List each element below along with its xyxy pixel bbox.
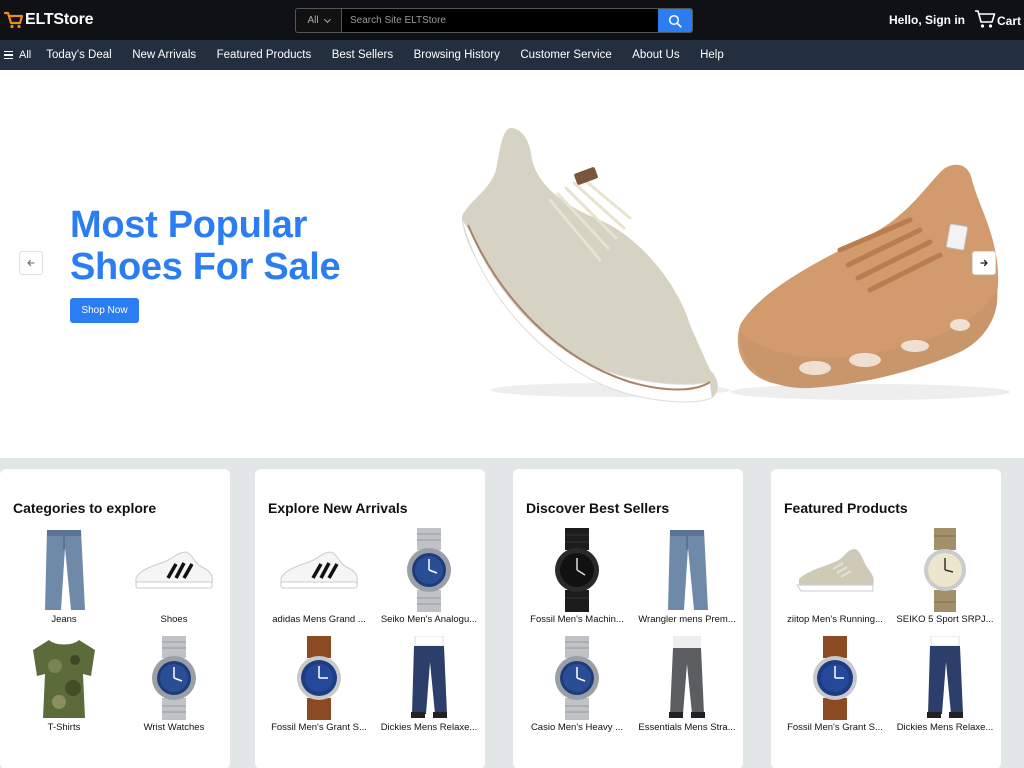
product-tile[interactable]: adidas Mens Grand ...: [265, 528, 373, 628]
hero-title: Most Popular Shoes For Sale: [70, 204, 390, 288]
sneaker-white-icon: [274, 528, 364, 612]
product-tile[interactable]: Fossil Men's Machin...: [523, 528, 631, 628]
search-icon: [668, 14, 682, 28]
carousel-next-button[interactable]: [972, 251, 996, 275]
carousel-prev-button[interactable]: [19, 251, 43, 275]
card-title: Discover Best Sellers: [526, 500, 670, 516]
watch-steel-icon: [129, 636, 219, 720]
tshirt-icon: [19, 636, 109, 720]
shop-now-button[interactable]: Shop Now: [70, 298, 139, 323]
cart-logo-icon: [4, 11, 24, 29]
sneaker-white-icon: [129, 528, 219, 612]
nav-item-about-us[interactable]: About Us: [632, 49, 679, 61]
product-label: Wrist Watches: [143, 722, 205, 733]
product-tile[interactable]: Dickies Mens Relaxe...: [375, 636, 483, 736]
product-label: Casio Men's Heavy ...: [530, 722, 624, 733]
nav-item-new-arrivals[interactable]: New Arrivals: [132, 49, 196, 61]
chevron-down-icon: [323, 15, 331, 23]
product-tile[interactable]: Wrist Watches: [120, 636, 228, 736]
card-title: Categories to explore: [13, 500, 157, 516]
product-label: Shoes: [160, 614, 188, 625]
signin-link[interactable]: Hello, Sign in: [889, 13, 965, 27]
watch-steel-icon: [384, 528, 474, 612]
hero-banner: Most Popular Shoes For Sale Shop Now: [0, 70, 1024, 458]
jeans-icon: [642, 528, 732, 612]
store-logo[interactable]: ELTStore: [4, 9, 94, 31]
jeans-icon: [19, 528, 109, 612]
watch-leather-icon: [274, 636, 364, 720]
product-label: Fossil Men's Machin...: [530, 614, 624, 625]
product-label: Wrangler mens Prem...: [638, 614, 736, 625]
product-tile[interactable]: SEIKO 5 Sport SRPJ...: [891, 528, 999, 628]
hero-title-line2: Shoes For Sale: [70, 246, 341, 288]
product-label: Dickies Mens Relaxe...: [380, 722, 478, 733]
search-input[interactable]: [342, 9, 658, 32]
product-tile[interactable]: Wrangler mens Prem...: [633, 528, 741, 628]
nav-item-help[interactable]: Help: [700, 49, 724, 61]
watch-field-icon: [900, 528, 990, 612]
product-card: Featured Products ziitop Men's Running...…: [771, 469, 1001, 768]
arrow-left-icon: [27, 259, 35, 267]
nav-item-todays-deal[interactable]: Today's Deal: [46, 49, 111, 61]
product-tile[interactable]: Fossil Men's Grant S...: [265, 636, 373, 736]
top-header: ELTStore All Hello, Sign in Cart: [0, 0, 1024, 40]
product-card: Explore New Arrivals adidas Mens Grand ..…: [255, 469, 485, 768]
product-tile[interactable]: Casio Men's Heavy ...: [523, 636, 631, 736]
watch-leather-icon: [790, 636, 880, 720]
product-label: SEIKO 5 Sport SRPJ...: [896, 614, 994, 625]
nav-item-featured-products[interactable]: Featured Products: [217, 49, 312, 61]
jeans-dark-icon: [900, 636, 990, 720]
search-category-label: All: [307, 15, 319, 26]
search-button[interactable]: [658, 9, 692, 32]
product-label: Fossil Men's Grant S...: [787, 722, 883, 733]
nav-bar: All Today's Deal New Arrivals Featured P…: [0, 40, 1024, 70]
hero-shoes-image: [461, 128, 1010, 403]
product-label: adidas Mens Grand ...: [272, 614, 366, 625]
card-title: Featured Products: [784, 500, 908, 516]
nav-item-browsing-history[interactable]: Browsing History: [414, 49, 500, 61]
search-bar: All: [295, 8, 693, 33]
watch-steel-icon: [532, 636, 622, 720]
cart-icon: [975, 10, 996, 28]
product-label: Essentials Mens Stra...: [638, 722, 736, 733]
sneaker-beige-icon: [790, 528, 880, 612]
cart-button[interactable]: Cart: [974, 9, 1021, 29]
product-label: Seiko Men's Analogu...: [380, 614, 478, 625]
hero-title-line1: Most Popular: [70, 204, 308, 246]
product-tile[interactable]: Fossil Men's Grant S...: [781, 636, 889, 736]
card-title: Explore New Arrivals: [268, 500, 408, 516]
nav-item-best-sellers[interactable]: Best Sellers: [332, 49, 393, 61]
nav-all-menu[interactable]: All: [0, 49, 31, 61]
jeans-dark-icon: [384, 636, 474, 720]
product-tile[interactable]: T-Shirts: [10, 636, 118, 736]
watch-black-icon: [532, 528, 622, 612]
product-tile[interactable]: Seiko Men's Analogu...: [375, 528, 483, 628]
product-card: Discover Best Sellers Fossil Men's Machin…: [513, 469, 743, 768]
product-tile[interactable]: Shoes: [120, 528, 228, 628]
product-tile[interactable]: ziitop Men's Running...: [781, 528, 889, 628]
cart-label: Cart: [997, 14, 1022, 28]
logo-text: ELTStore: [25, 11, 94, 28]
nav-item-customer-service[interactable]: Customer Service: [520, 49, 611, 61]
product-label: Fossil Men's Grant S...: [271, 722, 367, 733]
product-label: ziitop Men's Running...: [787, 614, 883, 625]
hamburger-icon: [4, 51, 13, 59]
nav-all-label: All: [19, 49, 32, 61]
product-label: Dickies Mens Relaxe...: [896, 722, 994, 733]
product-tile[interactable]: Jeans: [10, 528, 118, 628]
product-tile[interactable]: Essentials Mens Stra...: [633, 636, 741, 736]
product-card: Categories to explore Jeans Shoes T-Shirts W…: [0, 469, 230, 768]
product-label: T-Shirts: [47, 722, 81, 733]
product-label: Jeans: [51, 614, 77, 625]
search-category-select[interactable]: All: [296, 9, 342, 32]
product-tile[interactable]: Dickies Mens Relaxe...: [891, 636, 999, 736]
pants-grey-icon: [642, 636, 732, 720]
arrow-right-icon: [980, 259, 988, 267]
